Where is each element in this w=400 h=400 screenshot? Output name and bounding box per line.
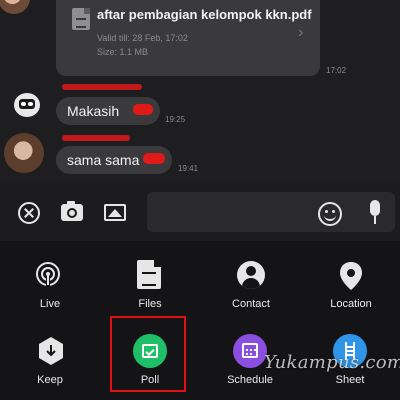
menu-item-location[interactable]: Location <box>306 298 396 310</box>
redaction-mark <box>133 104 153 115</box>
redacted-sender-name <box>62 135 130 141</box>
menu-item-keep[interactable]: Keep <box>5 374 95 386</box>
redacted-sender-name <box>62 84 142 90</box>
file-icon[interactable] <box>137 260 161 289</box>
menu-item-live[interactable]: Live <box>5 298 95 310</box>
message-text: Makasih <box>67 103 120 119</box>
camera-icon[interactable] <box>61 201 83 221</box>
file-name: aftar pembagian kelompok kkn.pdf <box>97 7 312 22</box>
menu-item-sheet[interactable]: Sheet <box>305 374 395 386</box>
image-icon[interactable] <box>104 204 126 221</box>
calendar-icon[interactable] <box>233 334 267 368</box>
microphone-icon[interactable] <box>370 200 380 224</box>
message-time: 19:25 <box>165 115 186 124</box>
avatar-eye <box>28 102 33 106</box>
contact-icon[interactable] <box>237 261 265 289</box>
file-valid-till: Valid till: 28 Feb, 17:02 <box>97 33 188 43</box>
avatar[interactable] <box>4 133 44 173</box>
menu-item-contact[interactable]: Contact <box>206 298 296 310</box>
file-icon <box>72 8 90 30</box>
keep-icon[interactable] <box>38 336 64 366</box>
emoji-icon[interactable] <box>318 202 342 226</box>
avatar-eye <box>21 102 26 106</box>
file-size: Size: 1.1 MB <box>97 47 149 57</box>
avatar[interactable] <box>14 93 40 117</box>
chevron-right-icon[interactable]: › <box>298 24 303 42</box>
message-text: sama sama <box>67 152 140 168</box>
live-icon[interactable] <box>35 261 61 287</box>
close-icon[interactable] <box>18 202 40 224</box>
watermark: Yukampus.com <box>264 352 400 373</box>
poll-highlight-box <box>110 316 186 392</box>
menu-item-files[interactable]: Files <box>105 298 195 310</box>
message-time: 19:41 <box>178 164 199 173</box>
message-input[interactable] <box>147 192 395 232</box>
location-pin-icon[interactable] <box>339 261 363 291</box>
menu-item-schedule[interactable]: Schedule <box>205 374 295 386</box>
message-time: 17:02 <box>326 66 347 75</box>
redaction-mark <box>143 153 165 164</box>
